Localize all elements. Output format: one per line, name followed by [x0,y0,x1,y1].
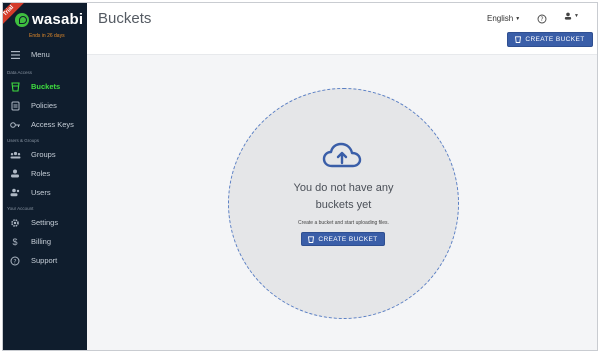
wasabi-logo[interactable]: wasabi [15,11,83,28]
empty-state-subtitle: Create a bucket and start uploading file… [298,220,389,226]
svg-text:?: ? [540,16,543,23]
help-circle-icon: ? [537,14,547,24]
empty-state-title: You do not have any buckets yet [229,180,458,214]
language-selector[interactable]: English ▼ [487,14,520,23]
menu-label: Menu [31,50,50,59]
sidebar-item-label: Support [31,256,58,265]
create-bucket-label: CREATE BUCKET [525,36,585,43]
groups-icon [9,149,21,161]
brand: Trial wasabi Ends in 26 days [3,3,87,45]
roles-icon [9,168,21,180]
trial-ends-text: Ends in 26 days [29,33,65,39]
chevron-down-icon: ▼ [574,13,579,19]
sidebar-item-buckets[interactable]: Buckets [3,77,87,96]
sidebar-item-label: Groups [31,150,56,159]
sidebar-item-users[interactable]: Users [3,183,87,202]
sidebar-item-label: Settings [31,218,59,227]
create-bucket-label: CREATE BUCKET [318,235,378,243]
user-icon [564,12,572,20]
sidebar-item-settings[interactable]: Settings [3,213,87,232]
sidebar: Trial wasabi Ends in 26 days Menu Data A… [3,3,87,350]
sidebar-item-label: Users [31,188,51,197]
empty-title-line1: You do not have any [293,182,394,194]
users-icon [9,187,21,199]
app-window: Trial wasabi Ends in 26 days Menu Data A… [2,2,598,351]
logo-icon [15,12,29,27]
hamburger-icon [9,49,21,61]
key-icon [9,119,21,131]
bucket-icon [308,235,315,243]
sidebar-item-label: Billing [31,237,52,246]
empty-title-line2: buckets yet [315,199,372,211]
help-icon: ? [9,255,21,267]
logo-text: wasabi [32,11,84,28]
sidebar-item-groups[interactable]: Groups [3,145,87,164]
chevron-down-icon: ▼ [515,15,521,22]
sidebar-item-billing[interactable]: $ Billing [3,232,87,251]
sidebar-item-support[interactable]: ? Support [3,251,87,270]
empty-state-dropzone[interactable]: You do not have any buckets yet Create a… [228,88,459,319]
section-title-data-access: Data Access [7,70,33,75]
sidebar-item-access-keys[interactable]: Access Keys [3,115,87,134]
sidebar-item-label: Buckets [31,82,61,91]
top-header: Buckets English ▼ ? ▼ CREATE BUCKET [87,3,597,55]
sidebar-item-policies[interactable]: Policies [3,96,87,115]
section-title-your-account: Your Account [7,206,34,211]
sidebar-item-label: Policies [31,101,57,110]
cloud-upload-icon [322,142,362,168]
gear-icon [9,217,21,229]
section-title-users-groups: Users & Groups [7,138,40,143]
help-button[interactable]: ? [537,11,547,24]
language-label: English [487,14,514,23]
bucket-icon [9,81,21,93]
page-title: Buckets [98,10,152,27]
main-content: You do not have any buckets yet Create a… [87,55,597,350]
user-menu[interactable]: ▼ [564,12,579,20]
policy-icon [9,100,21,112]
svg-text:?: ? [13,258,16,265]
create-bucket-button[interactable]: CREATE BUCKET [507,32,593,47]
menu-toggle[interactable]: Menu [3,45,87,64]
dollar-icon: $ [12,236,18,247]
bucket-icon [515,36,522,43]
create-bucket-button-center[interactable]: CREATE BUCKET [301,232,385,246]
sidebar-item-label: Roles [31,169,51,178]
sidebar-item-roles[interactable]: Roles [3,164,87,183]
sidebar-item-label: Access Keys [31,120,74,129]
